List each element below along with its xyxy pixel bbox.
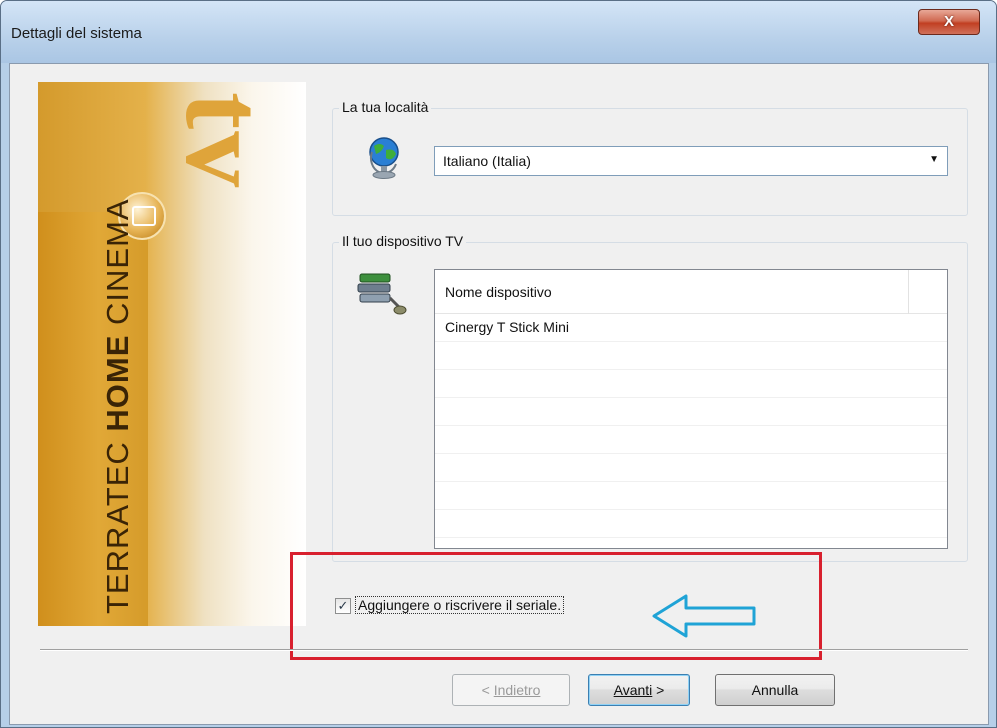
next-button[interactable]: Avanti > — [588, 674, 690, 706]
back-button-label: Indietro — [493, 682, 541, 698]
brand-suffix: CINEMA — [100, 198, 135, 335]
terratec-banner: tv TERRATEC HOME CINEMA — [38, 82, 306, 626]
brand-prefix: TERRATEC — [100, 431, 135, 614]
device-list[interactable]: Nome dispositivo Cinergy T Stick Mini — [434, 269, 948, 549]
device-list-empty-row — [435, 342, 947, 370]
chevron-down-icon[interactable]: ▼ — [929, 154, 939, 165]
cancel-button[interactable]: Annulla — [715, 674, 835, 706]
brand-bold: HOME — [100, 334, 135, 432]
locality-select-value: Italiano (Italia) — [443, 153, 531, 169]
title-bar[interactable]: Dettagli del sistema X — [1, 1, 996, 63]
device-list-empty-row — [435, 482, 947, 510]
back-button-prefix: < — [481, 682, 494, 698]
device-tuner-icon — [357, 273, 407, 315]
locality-select[interactable]: Italiano (Italia) ▼ — [434, 146, 948, 176]
globe-icon — [369, 137, 399, 179]
locality-group-label: La tua località — [339, 99, 432, 115]
dialog-window: Dettagli del sistema X tv TERRATEC HOME … — [0, 0, 997, 728]
next-button-label: Avanti — [613, 682, 653, 698]
window-title: Dettagli del sistema — [11, 25, 142, 42]
next-button-suffix: > — [652, 682, 665, 698]
back-button[interactable]: < Indietro — [452, 674, 570, 706]
device-list-empty-row — [435, 426, 947, 454]
close-button[interactable]: X — [918, 9, 980, 35]
device-list-header: Nome dispositivo — [435, 270, 947, 314]
device-list-empty-row — [435, 454, 947, 482]
arrow-left-icon — [652, 594, 756, 638]
column-header-device-name[interactable]: Nome dispositivo — [435, 270, 909, 314]
dialog-content: tv TERRATEC HOME CINEMA La tua località … — [9, 63, 989, 725]
device-list-empty-row — [435, 510, 947, 538]
device-list-empty-row — [435, 370, 947, 398]
device-list-empty-row — [435, 398, 947, 426]
device-group-label: Il tuo dispositivo TV — [339, 233, 467, 249]
device-list-row[interactable]: Cinergy T Stick Mini — [435, 314, 947, 342]
footer-separator — [40, 649, 968, 651]
banner-tv-logo: tv — [162, 92, 286, 190]
banner-brand-text: TERRATEC HOME CINEMA — [100, 198, 136, 614]
